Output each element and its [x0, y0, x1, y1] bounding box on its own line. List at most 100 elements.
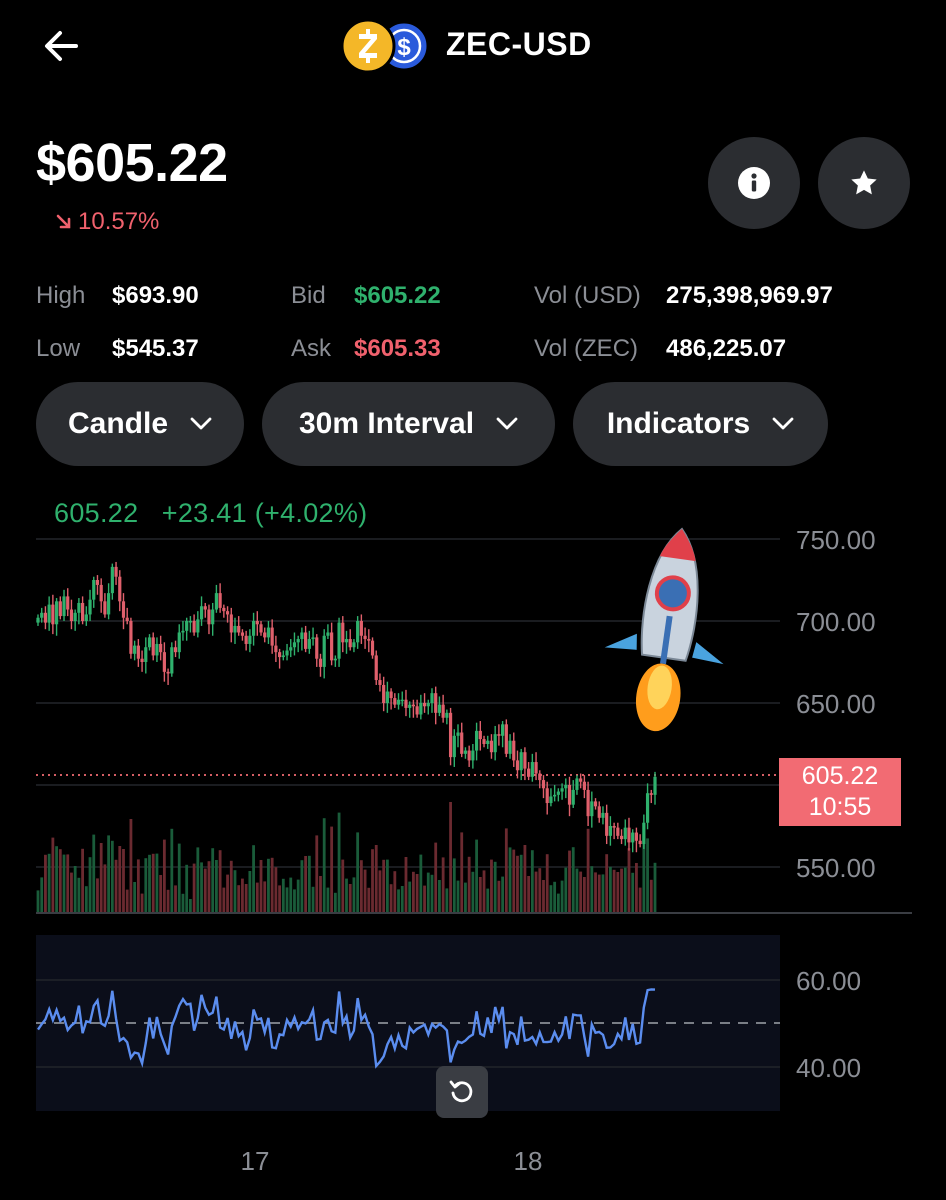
volume-bar — [159, 875, 163, 912]
volume-bar — [590, 866, 594, 912]
candle-body — [237, 625, 241, 633]
volume-bar — [646, 838, 649, 912]
candle-body — [66, 596, 70, 610]
candle-body — [382, 684, 386, 703]
candle-body — [341, 622, 345, 643]
candle-body — [634, 832, 639, 841]
candle-body — [333, 658, 337, 661]
volume-bar — [110, 840, 114, 912]
candle-body — [556, 791, 560, 795]
volume-bar — [612, 869, 616, 912]
candle-body — [638, 840, 642, 845]
candle-body — [482, 739, 486, 744]
volume-bar — [311, 886, 315, 912]
volume-bar — [400, 886, 404, 912]
candle-body — [538, 773, 542, 781]
volume-bar — [579, 871, 583, 912]
volume-bar — [73, 866, 77, 912]
price-chart[interactable]: 750.00 700.00 650.00 550.00 60.00 40.00 … — [0, 0, 946, 1200]
volume-bar — [638, 887, 642, 912]
candle-body — [616, 827, 620, 836]
candle-body — [40, 612, 44, 618]
candle-body — [166, 671, 170, 674]
candle-body — [627, 827, 631, 843]
volume-bar — [575, 868, 579, 912]
candle-body — [434, 693, 438, 713]
candle-body — [363, 635, 367, 640]
volume-bar — [77, 877, 81, 912]
volume-bar — [99, 843, 103, 912]
volume-bar — [635, 863, 638, 912]
candle-body — [196, 619, 200, 633]
volume-bar — [319, 876, 322, 912]
candle-body — [277, 652, 282, 658]
volume-bar — [378, 870, 382, 912]
candle-body — [311, 637, 315, 640]
volume-bar — [623, 867, 627, 912]
candle-body — [77, 602, 81, 613]
volume-bar — [412, 871, 415, 912]
volume-bar — [594, 872, 597, 912]
volume-bar — [40, 877, 44, 912]
candle-body — [54, 601, 59, 625]
volume-bar — [385, 859, 389, 912]
candle-body — [69, 609, 74, 621]
candle-body — [508, 740, 512, 754]
volume-bar — [467, 856, 471, 912]
rsi-tick: 40.00 — [796, 1053, 861, 1083]
volume-bar — [490, 859, 493, 912]
volume-bar — [404, 857, 408, 912]
candle-body — [515, 760, 520, 771]
candle-body — [170, 647, 174, 674]
candle-body — [285, 650, 289, 656]
volume-bar — [519, 854, 523, 912]
candle-body — [322, 635, 326, 667]
volume-bar — [166, 889, 170, 912]
volume-bar — [527, 876, 531, 912]
candle-body — [545, 788, 549, 804]
candle-body — [608, 826, 612, 836]
volume-bar — [133, 882, 137, 912]
volume-bar — [553, 881, 557, 912]
volume-bar — [162, 839, 166, 912]
candle-body — [471, 750, 475, 761]
volume-bar — [478, 877, 482, 912]
candle-body — [549, 796, 553, 804]
volume-bar — [103, 864, 107, 912]
volume-bar — [464, 882, 467, 912]
candle-body — [400, 699, 404, 702]
volume-bar — [486, 888, 490, 912]
candle-body — [318, 658, 323, 667]
candle-body — [422, 703, 427, 707]
candle-body — [270, 627, 274, 646]
volume-bar — [244, 884, 248, 912]
volume-bar — [151, 853, 155, 912]
volume-bar — [36, 890, 40, 912]
volume-bar — [51, 837, 55, 912]
candle-body — [370, 640, 375, 656]
candle-body — [415, 706, 419, 715]
volume-bar — [631, 872, 635, 912]
candle-body — [419, 703, 423, 715]
candle-body — [523, 752, 527, 769]
candle-body — [512, 740, 516, 761]
volume-bar — [200, 862, 203, 912]
candle-body — [586, 789, 590, 817]
volume-bar — [504, 828, 508, 912]
volume-bar — [423, 885, 426, 912]
price-tick: 700.00 — [796, 607, 876, 637]
volume-bar — [188, 899, 192, 912]
candle-body — [162, 652, 166, 672]
volume-bar — [330, 826, 334, 912]
volume-bar — [497, 880, 501, 912]
volume-bar — [84, 886, 88, 912]
reset-chart-button[interactable] — [436, 1066, 488, 1118]
volume-bar — [556, 893, 560, 912]
candle-body — [619, 835, 624, 840]
volume-bar — [371, 849, 374, 912]
volume-bar — [538, 868, 542, 912]
candle-body — [292, 642, 297, 648]
volume-bar — [315, 835, 319, 912]
candle-body — [389, 691, 393, 699]
volume-bar — [255, 882, 259, 912]
